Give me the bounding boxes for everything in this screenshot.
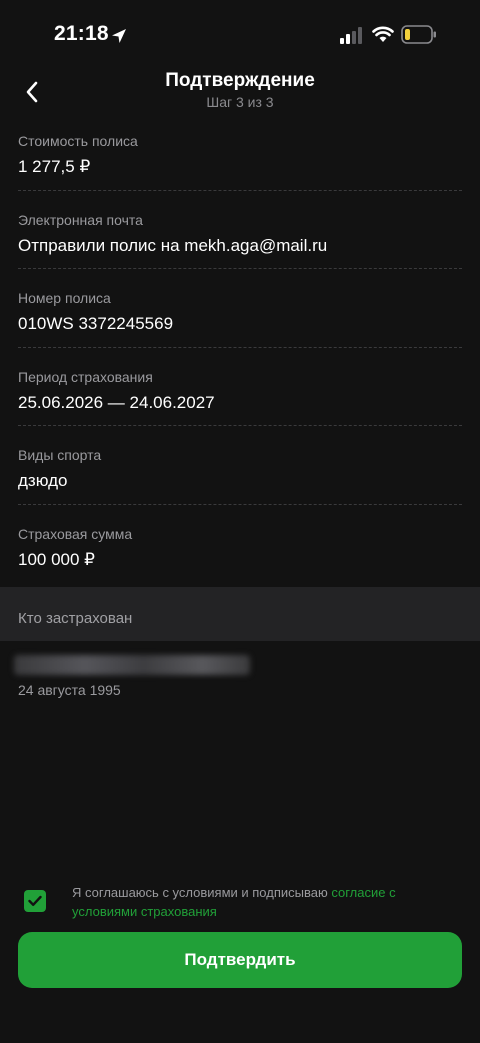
consent-checkbox[interactable] — [24, 890, 46, 912]
confirmation-screen: 21:18 Подтверждение Шаг 3 из 3 Стоимость… — [0, 0, 480, 1043]
signal-icon — [340, 27, 362, 44]
detail-label: Электронная почта — [18, 211, 143, 228]
section-title: Кто застрахован — [18, 610, 133, 627]
sum-insured-row: Страховая сумма 100 000 ₽ — [0, 515, 480, 594]
detail-label: Стоимость полиса — [18, 133, 138, 149]
consent-block: Я соглашаюсь с условиями и подписываю со… — [0, 880, 480, 924]
divider — [18, 189, 462, 191]
detail-label: Страховая сумма — [18, 525, 133, 542]
header: Подтверждение Шаг 3 из 3 — [0, 62, 480, 122]
insured-birth-date: 24 августа 1995 — [18, 682, 121, 698]
detail-value: Отправили полис на mekh.aga@mail.ru — [18, 235, 328, 255]
email-row: Электронная почта Отправили полис на mek… — [0, 201, 480, 280]
detail-label: Виды спорта — [18, 447, 102, 463]
divider — [18, 425, 462, 426]
status-time: 21:18 — [54, 22, 109, 45]
insurance-period-row: Период страхования 25.06.2026 — 24.06.20… — [0, 358, 480, 437]
page-title: Подтверждение — [165, 70, 315, 91]
detail-value: 1 277,5 ₽ — [18, 157, 91, 176]
detail-label: Период страхования — [18, 368, 153, 385]
divider — [18, 503, 462, 505]
step-indicator: Шаг 3 из 3 — [206, 94, 274, 110]
consent-label: Я соглашаюсь с условиями и подписываю — [72, 885, 332, 900]
divider — [18, 268, 462, 269]
insured-name-redacted — [14, 655, 250, 675]
consent-text: Я соглашаюсь с условиями и подписываю со… — [72, 883, 452, 921]
wifi-icon — [372, 26, 394, 42]
battery-icon — [401, 25, 436, 44]
status-bar: 21:18 — [0, 0, 480, 70]
check-icon — [28, 895, 42, 906]
detail-value: 25.06.2026 — 24.06.2027 — [18, 392, 215, 412]
detail-value: дзюдо — [18, 471, 68, 490]
policy-cost-row: Стоимость полиса 1 277,5 ₽ — [0, 122, 480, 201]
location-arrow-icon — [112, 29, 126, 43]
policy-number-row: Номер полиса 010WS 3372245569 — [0, 279, 480, 358]
detail-value: 100 000 ₽ — [18, 549, 95, 569]
sports-row: Виды спорта дзюдо — [0, 436, 480, 515]
detail-label: Номер полиса — [18, 290, 111, 306]
confirm-button[interactable]: Подтвердить — [18, 932, 462, 988]
divider — [18, 346, 462, 348]
policy-details: Стоимость полиса 1 277,5 ₽ Электронная п… — [0, 122, 480, 593]
insured-section-header: Кто застрахован — [0, 587, 480, 641]
detail-value: 010WS 3372245569 — [18, 314, 174, 333]
